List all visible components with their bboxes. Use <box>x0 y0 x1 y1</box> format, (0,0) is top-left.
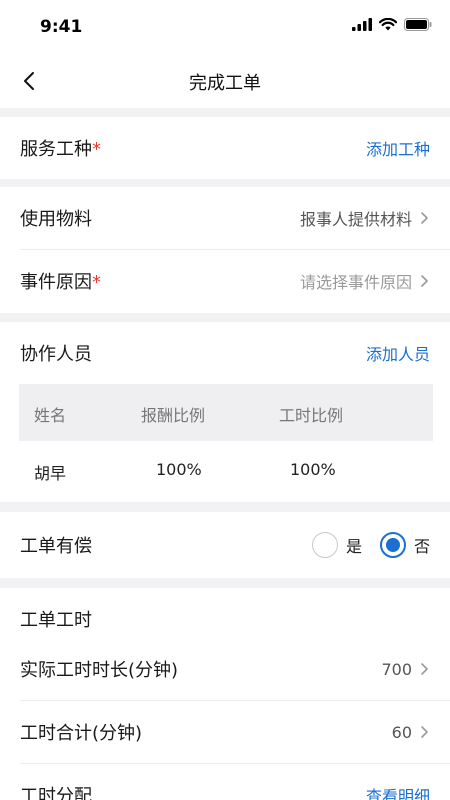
paid-card: 工单有偿 是 否 <box>0 512 450 578</box>
cell-pay-ratio: 100% <box>156 460 202 479</box>
radio-yes[interactable]: 是 <box>311 532 362 558</box>
radio-no-circle[interactable] <box>379 532 406 558</box>
view-details-button[interactable]: 查看明细 <box>366 783 430 800</box>
collaborators-header-row: 协作人员 添加人员 <box>0 322 450 384</box>
service-type-card: 服务工种* 添加工种 <box>0 117 450 179</box>
add-person-button[interactable]: 添加人员 <box>366 341 430 365</box>
total-hours-value-wrap: 60 <box>392 723 430 742</box>
total-hours-label: 工时合计(分钟) <box>20 723 143 744</box>
materials-value-wrap: 报事人提供材料 <box>300 206 430 230</box>
add-service-type-button[interactable]: 添加工种 <box>366 136 430 160</box>
total-hours-value: 60 <box>391 722 412 742</box>
materials-reason-card: 使用物料 报事人提供材料 事件原因* 请选择事件原因 <box>0 187 450 313</box>
required-mark: * <box>92 139 101 160</box>
chevron-right-icon <box>421 663 428 675</box>
actual-hours-label: 实际工时时长(分钟) <box>20 660 179 681</box>
event-reason-row[interactable]: 事件原因* 请选择事件原因 <box>0 250 450 312</box>
column-header-hour-ratio: 工时比例 <box>279 406 344 425</box>
column-header-pay-ratio: 报酬比例 <box>141 406 206 425</box>
actual-hours-value-wrap: 700 <box>381 660 430 679</box>
wifi-icon <box>379 18 397 31</box>
radio-no-label: 否 <box>413 537 430 556</box>
collaborators-card: 协作人员 添加人员 姓名 报酬比例 工时比例 胡早 100% 100% <box>0 322 450 502</box>
status-icons <box>352 18 432 31</box>
service-type-label: 服务工种* <box>20 139 101 160</box>
materials-row[interactable]: 使用物料 报事人提供材料 <box>0 187 450 249</box>
work-hours-title: 工单工时 <box>20 610 92 631</box>
table-header: 姓名 报酬比例 工时比例 <box>19 384 433 441</box>
radio-yes-circle[interactable] <box>311 532 338 558</box>
status-bar: 9:41 <box>0 0 450 54</box>
event-reason-value-wrap: 请选择事件原因 <box>300 269 430 293</box>
nav-bar: 完成工单 <box>0 54 450 108</box>
event-reason-label: 事件原因* <box>20 272 101 293</box>
radio-no[interactable]: 否 <box>379 532 430 558</box>
total-hours-row[interactable]: 工时合计(分钟) 60 <box>0 701 450 763</box>
battery-icon <box>404 18 432 31</box>
allocation-label: 工时分配 <box>20 786 92 800</box>
status-time: 9:41 <box>40 17 83 37</box>
event-reason-placeholder: 请选择事件原因 <box>299 273 412 292</box>
cell-hour-ratio: 100% <box>290 460 336 479</box>
paid-radio-group: 是 否 <box>311 532 430 558</box>
materials-label: 使用物料 <box>20 209 92 230</box>
column-header-name: 姓名 <box>34 406 67 425</box>
work-hours-card: 工单工时 实际工时时长(分钟) 700 工时合计(分钟) 60 工时分配 查看明… <box>0 588 450 800</box>
chevron-right-icon <box>421 212 428 224</box>
required-mark: * <box>92 272 101 293</box>
actual-hours-value: 700 <box>381 659 412 679</box>
signal-icon <box>352 18 372 31</box>
materials-value: 报事人提供材料 <box>299 210 412 229</box>
cell-name: 胡早 <box>34 464 67 483</box>
paid-row: 工单有偿 是 否 <box>0 514 450 576</box>
chevron-right-icon <box>421 275 428 287</box>
chevron-right-icon <box>421 726 428 738</box>
collaborators-label: 协作人员 <box>20 344 92 365</box>
page-title: 完成工单 <box>189 73 261 94</box>
service-type-row: 服务工种* 添加工种 <box>0 117 450 179</box>
paid-label: 工单有偿 <box>20 536 92 557</box>
allocation-row: 工时分配 查看明细 <box>0 764 450 800</box>
actual-hours-row[interactable]: 实际工时时长(分钟) 700 <box>0 638 450 700</box>
radio-yes-label: 是 <box>345 537 362 556</box>
